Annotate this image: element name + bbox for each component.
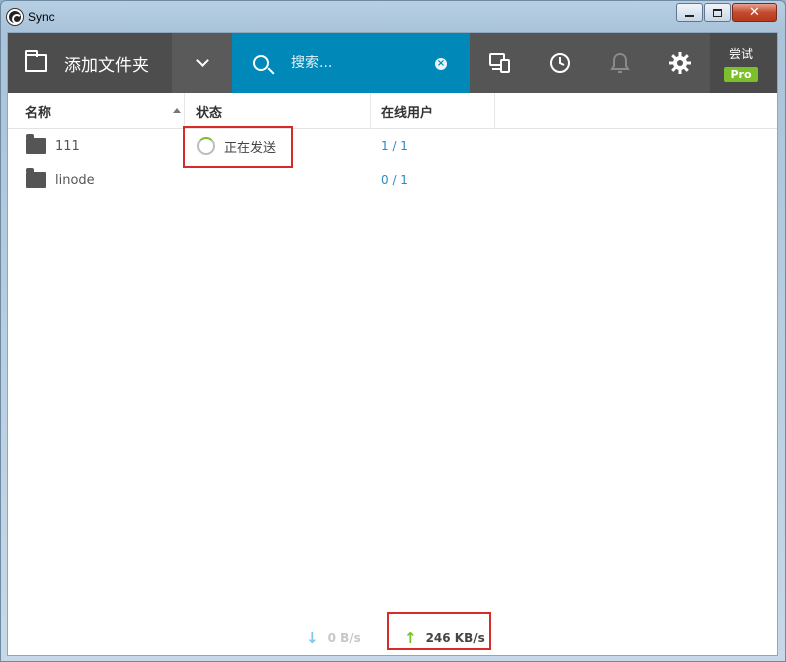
folder-icon [26,134,46,154]
toolbar-icons [470,33,710,93]
minimize-button[interactable] [676,3,703,22]
settings-button[interactable] [650,33,710,93]
clear-search-icon[interactable]: × [435,58,447,70]
column-header-online-users[interactable]: 在线用户 [371,93,495,129]
search-bar: × [232,33,470,93]
add-folder-label: 添加文件夹 [64,55,149,76]
add-folder-button[interactable]: 添加文件夹 [8,33,172,93]
column-header-name[interactable]: 名称 [8,93,185,129]
maximize-icon [713,8,722,17]
gear-icon [669,52,691,74]
pro-badge: Pro [724,66,758,82]
window-title: Sync [28,10,55,24]
notifications-button[interactable] [590,33,650,93]
maximize-button[interactable] [704,3,731,22]
upload-arrow-icon: ↑ [404,629,417,647]
column-name-label: 名称 [25,105,52,121]
search-icon [253,55,269,71]
table-row[interactable]: linode 0 / 1 [8,163,777,197]
online-users-link[interactable]: 1 / 1 [381,139,408,153]
devices-icon [489,53,510,73]
folder-status: 正在发送 [224,140,277,156]
folder-icon [25,50,47,72]
title-bar[interactable]: Sync ✕ [1,1,785,31]
close-icon: ✕ [749,5,760,20]
trial-label: 尝试 [728,46,753,61]
devices-button[interactable] [470,33,530,93]
table-row[interactable]: 111 正在发送 1 / 1 [8,129,777,163]
folder-name: 111 [55,138,80,154]
spinner-icon [197,137,215,155]
close-button[interactable]: ✕ [732,3,777,22]
app-content: 添加文件夹 × [7,32,778,656]
chevron-down-icon [195,54,209,67]
add-folder-dropdown-button[interactable] [172,33,232,93]
folder-icon [26,168,46,188]
sort-ascending-icon [173,108,181,113]
status-bar: ↓ 0 B/s ↑ 246 KB/s [8,617,777,655]
sync-app-icon [7,9,23,25]
download-rate-value: 0 B/s [327,631,361,645]
column-users-label: 在线用户 [381,105,434,121]
try-pro-button[interactable]: 尝试 Pro [710,33,772,93]
clock-icon [550,53,570,73]
column-header-status[interactable]: 状态 [185,93,371,129]
upload-rate-value: 246 KB/s [425,631,485,645]
history-button[interactable] [530,33,590,93]
table-header: 名称 状态 在线用户 [8,93,777,129]
toolbar: 添加文件夹 × [8,33,777,93]
app-window: Sync ✕ 添加文件夹 × [0,0,786,662]
column-status-label: 状态 [196,105,223,121]
download-arrow-icon: ↓ [306,629,319,647]
download-rate: ↓ 0 B/s [306,629,361,647]
window-controls: ✕ [675,3,777,22]
search-input[interactable] [291,55,431,71]
online-users-link[interactable]: 0 / 1 [381,173,408,187]
minimize-icon [685,14,694,17]
folder-name: linode [55,172,95,188]
bell-icon [610,52,630,73]
upload-rate: ↑ 246 KB/s [404,629,485,647]
